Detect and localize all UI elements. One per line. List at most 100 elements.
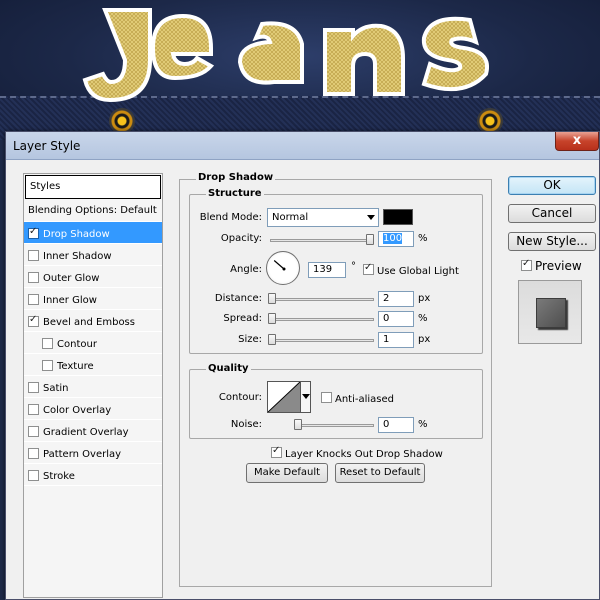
- checkbox-icon[interactable]: [42, 338, 53, 349]
- section-title: Drop Shadow: [196, 172, 276, 183]
- checkbox-icon[interactable]: [28, 404, 39, 415]
- style-item-satin[interactable]: Satin: [24, 376, 162, 398]
- style-item-label: Bevel and Emboss: [43, 317, 135, 328]
- preview-checkbox[interactable]: Preview: [521, 258, 582, 273]
- style-item-drop-shadow[interactable]: Drop Shadow: [24, 222, 162, 244]
- layer-style-dialog: Layer Style x Styles Blending Options: D…: [5, 131, 600, 600]
- distance-slider-thumb[interactable]: [268, 293, 276, 304]
- size-unit: px: [418, 334, 431, 345]
- checkbox-icon[interactable]: [28, 426, 39, 437]
- use-global-light-label: Use Global Light: [377, 266, 459, 277]
- style-item-blending-options-default[interactable]: Blending Options: Default: [24, 200, 162, 222]
- checkbox-icon: [363, 262, 374, 275]
- noise-value: 0: [383, 419, 390, 430]
- anti-aliased-label: Anti-aliased: [335, 394, 395, 405]
- size-slider-track[interactable]: [270, 339, 374, 342]
- checkbox-icon[interactable]: [28, 314, 39, 327]
- angle-value: 139: [313, 264, 333, 275]
- background-artwork: [0, 0, 600, 140]
- use-global-light-checkbox[interactable]: Use Global Light: [363, 262, 459, 277]
- angle-dial[interactable]: [266, 251, 300, 285]
- distance-label: Distance:: [214, 293, 262, 304]
- distance-input[interactable]: 2: [378, 291, 414, 307]
- reset-default-button[interactable]: Reset to Default: [335, 463, 425, 483]
- shadow-color-swatch[interactable]: [383, 209, 413, 225]
- checkbox-icon[interactable]: [28, 470, 39, 481]
- anti-aliased-checkbox[interactable]: Anti-aliased: [321, 392, 394, 405]
- distance-unit: px: [418, 293, 431, 304]
- opacity-input[interactable]: 100: [378, 231, 414, 247]
- close-icon: x: [572, 133, 582, 148]
- make-default-button[interactable]: Make Default: [246, 463, 328, 483]
- spread-unit: %: [418, 313, 428, 324]
- spread-value: 0: [383, 313, 390, 324]
- style-item-gradient-overlay[interactable]: Gradient Overlay: [24, 420, 162, 442]
- angle-input[interactable]: 139: [308, 262, 346, 278]
- preview-label: Preview: [535, 259, 582, 273]
- style-item-label: Inner Shadow: [43, 251, 112, 262]
- style-item-inner-shadow[interactable]: Inner Shadow: [24, 244, 162, 266]
- checkbox-icon[interactable]: [28, 294, 39, 305]
- style-item-label: Gradient Overlay: [43, 427, 129, 438]
- contour-dropdown-icon[interactable]: [301, 381, 311, 413]
- cancel-button[interactable]: Cancel: [508, 204, 596, 223]
- noise-slider-track[interactable]: [296, 424, 374, 427]
- size-input[interactable]: 1: [378, 332, 414, 348]
- opacity-slider-thumb[interactable]: [366, 234, 374, 245]
- spread-slider-track[interactable]: [270, 318, 374, 321]
- checkbox-icon[interactable]: [42, 360, 53, 371]
- style-item-label: Texture: [57, 361, 94, 372]
- knockout-label: Layer Knocks Out Drop Shadow: [285, 449, 443, 460]
- noise-unit: %: [418, 419, 428, 430]
- ok-button[interactable]: OK: [508, 176, 596, 195]
- checkbox-icon[interactable]: [28, 448, 39, 459]
- style-item-stroke[interactable]: Stroke: [24, 464, 162, 486]
- style-item-color-overlay[interactable]: Color Overlay: [24, 398, 162, 420]
- checkbox-icon: [321, 392, 332, 403]
- preview-swatch: [536, 298, 566, 328]
- knockout-checkbox[interactable]: Layer Knocks Out Drop Shadow: [271, 445, 443, 460]
- style-item-texture[interactable]: Texture: [24, 354, 162, 376]
- checkbox-icon[interactable]: [28, 272, 39, 283]
- opacity-value: 100: [383, 233, 403, 244]
- styles-list: Styles Blending Options: Default Drop Sha…: [23, 173, 163, 598]
- spread-input[interactable]: 0: [378, 311, 414, 327]
- checkbox-icon[interactable]: [28, 250, 39, 261]
- checkbox-icon: [271, 445, 282, 458]
- contour-label: Contour:: [218, 392, 262, 403]
- spread-slider-thumb[interactable]: [268, 313, 276, 324]
- blend-mode-label: Blend Mode:: [199, 212, 262, 223]
- checkbox-icon[interactable]: [28, 382, 39, 393]
- style-item-label: Stroke: [43, 471, 75, 482]
- title-bar: Layer Style x: [6, 132, 599, 160]
- chevron-down-icon: [367, 215, 375, 220]
- jeans-logo: [82, 8, 489, 103]
- noise-input[interactable]: 0: [378, 417, 414, 433]
- style-item-pattern-overlay[interactable]: Pattern Overlay: [24, 442, 162, 464]
- noise-slider-thumb[interactable]: [294, 419, 302, 430]
- style-item-label: Color Overlay: [43, 405, 112, 416]
- style-item-inner-glow[interactable]: Inner Glow: [24, 288, 162, 310]
- contour-preview-icon[interactable]: [267, 381, 301, 413]
- quality-title: Quality: [206, 363, 251, 374]
- angle-unit: °: [351, 261, 356, 272]
- spread-label: Spread:: [223, 313, 262, 324]
- close-button[interactable]: x: [555, 132, 599, 151]
- blend-mode-select[interactable]: Normal: [267, 208, 379, 227]
- new-style-button[interactable]: New Style...: [508, 232, 596, 251]
- style-item-outer-glow[interactable]: Outer Glow: [24, 266, 162, 288]
- opacity-slider-track[interactable]: [270, 239, 374, 242]
- checkbox-icon[interactable]: [28, 226, 39, 239]
- style-item-contour[interactable]: Contour: [24, 332, 162, 354]
- style-item-label: Blending Options: Default: [28, 205, 157, 216]
- distance-slider-track[interactable]: [270, 298, 374, 301]
- angle-label: Angle:: [230, 264, 262, 275]
- style-item-label: Inner Glow: [43, 295, 97, 306]
- checkbox-icon: [521, 258, 532, 271]
- style-item-bevel-and-emboss[interactable]: Bevel and Emboss: [24, 310, 162, 332]
- styles-list-header[interactable]: Styles: [25, 175, 161, 199]
- style-item-label: Satin: [43, 383, 69, 394]
- styles-items: Blending Options: Default Drop Shadow Inne…: [24, 200, 162, 486]
- distance-value: 2: [383, 293, 390, 304]
- size-slider-thumb[interactable]: [268, 334, 276, 345]
